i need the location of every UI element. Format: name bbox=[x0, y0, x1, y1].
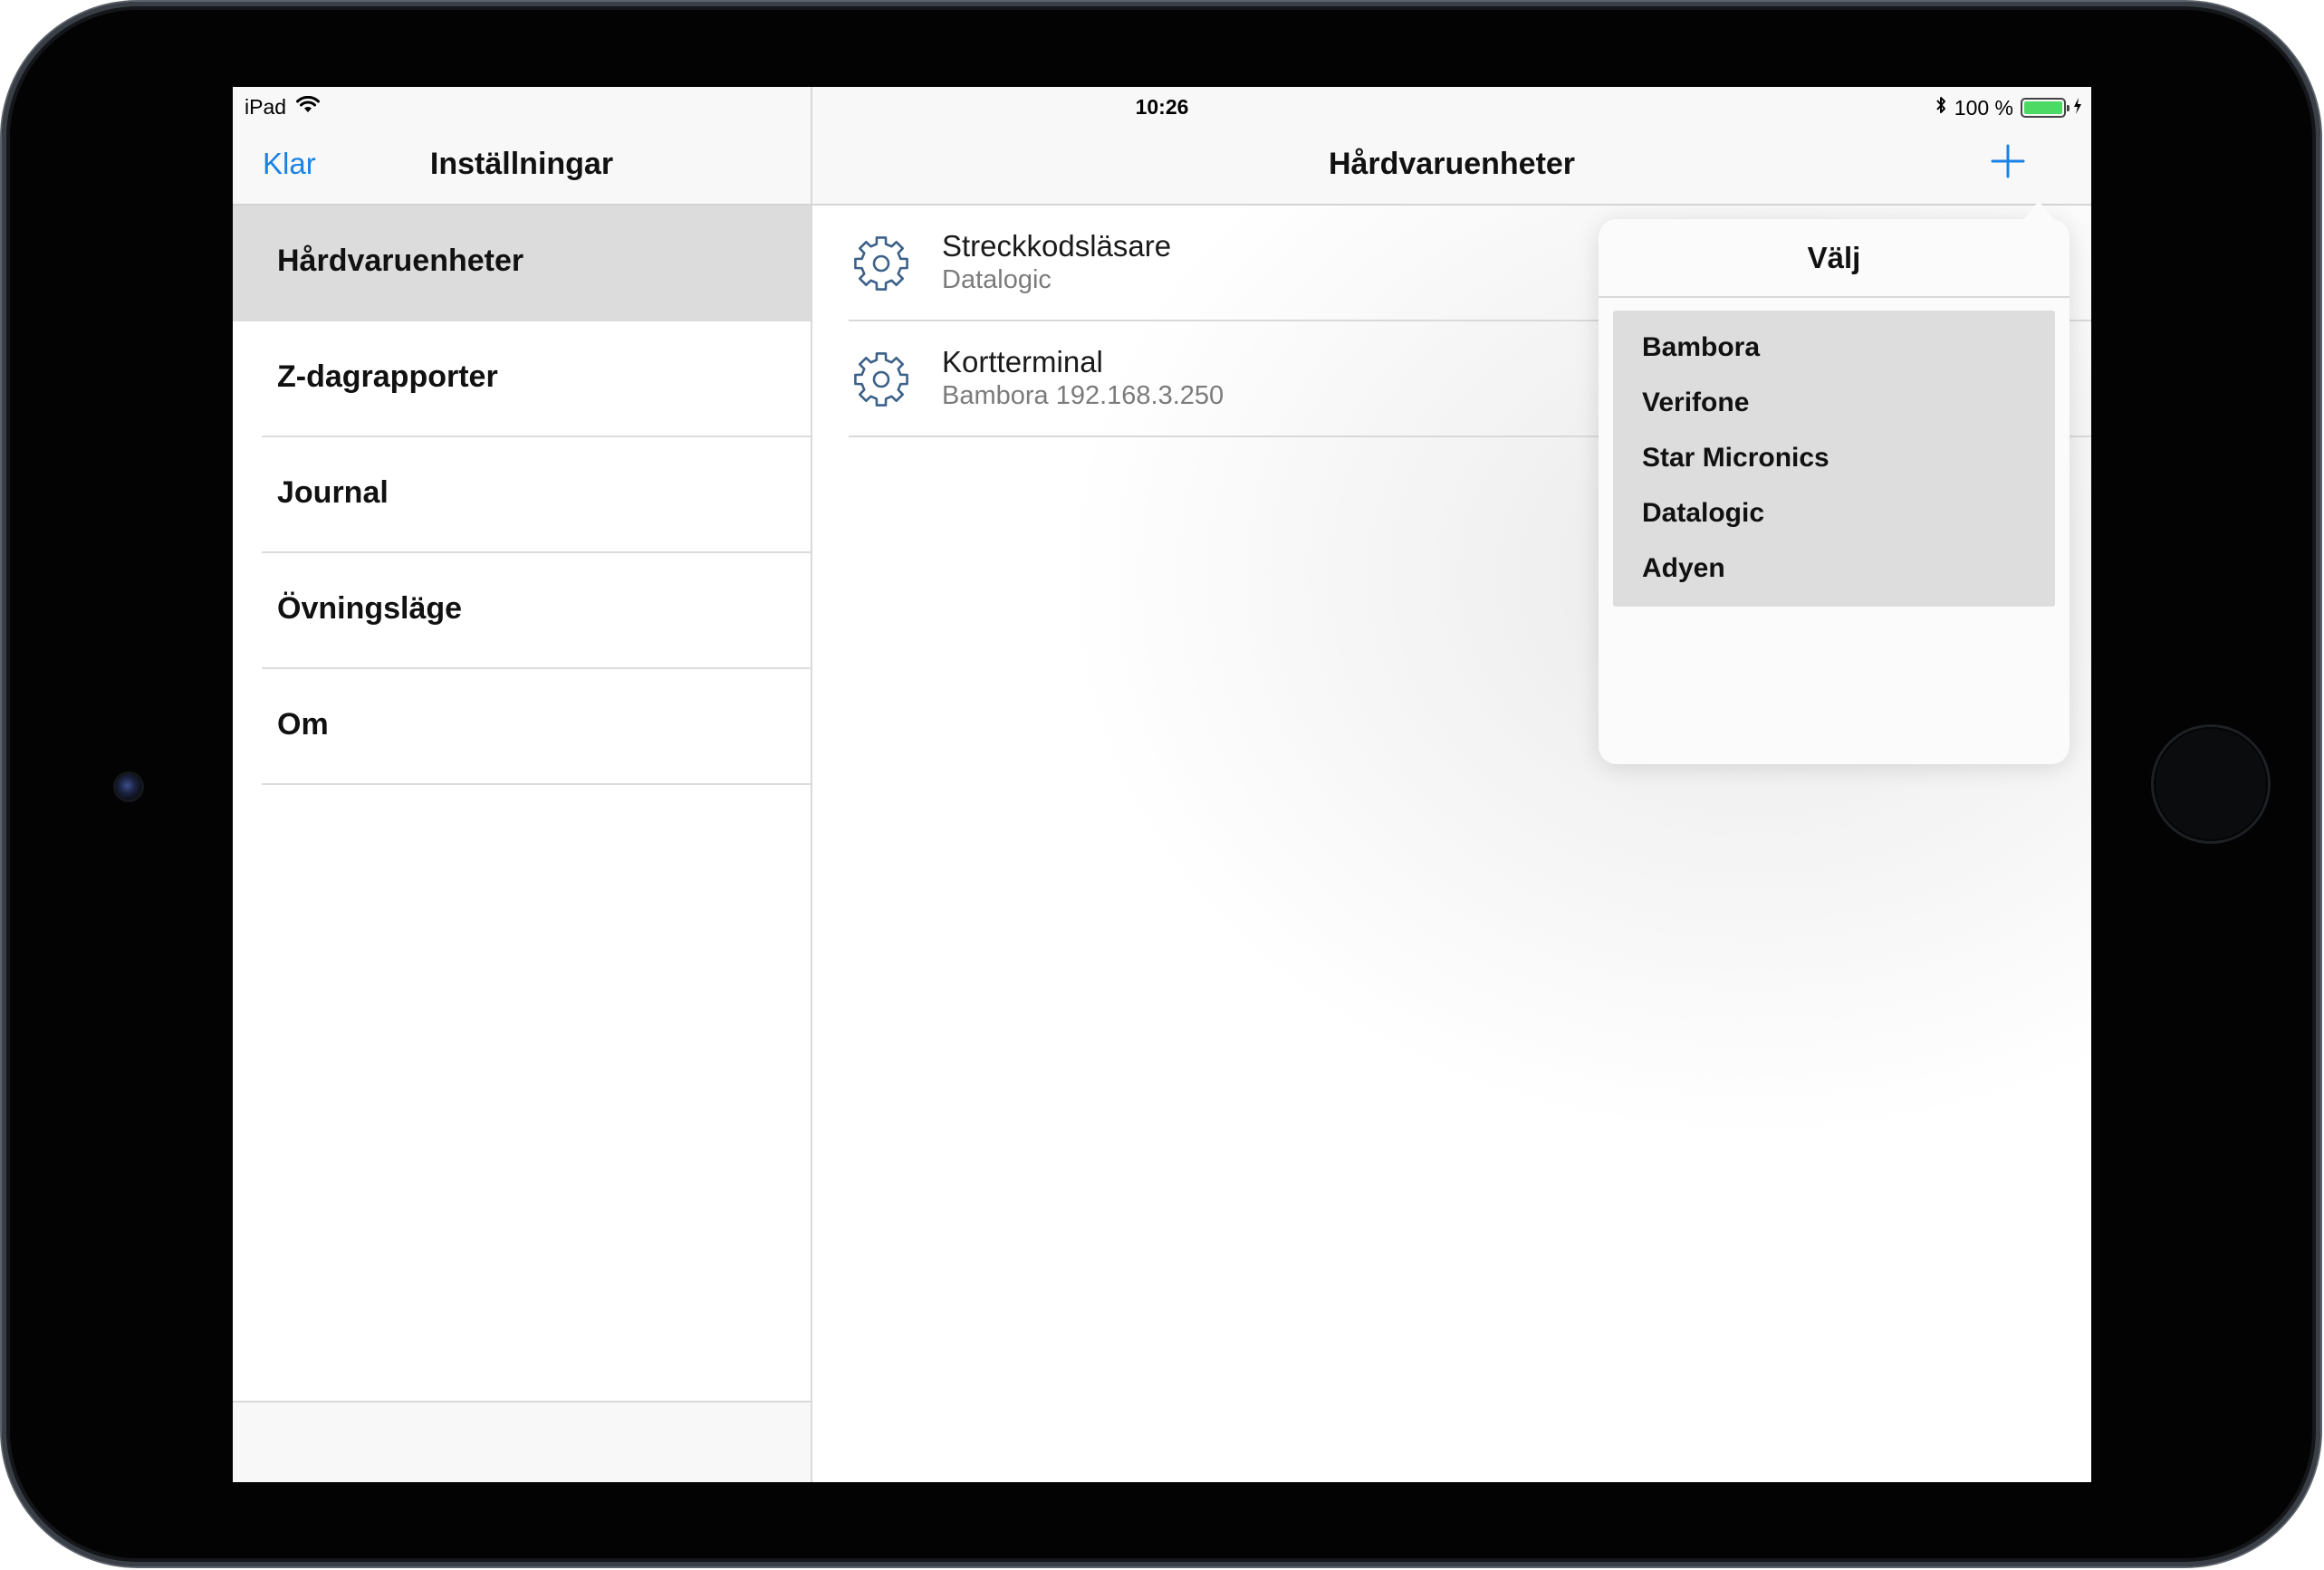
menu-item-label: Om bbox=[277, 707, 329, 742]
battery-level-fill bbox=[2024, 101, 2062, 114]
plus-icon bbox=[1991, 144, 2025, 178]
gear-icon bbox=[854, 352, 908, 407]
option-label: Bambora bbox=[1642, 332, 1761, 362]
popover-title: Välj bbox=[1807, 241, 1861, 274]
bluetooth-icon bbox=[1935, 95, 1947, 120]
status-time: 10:26 bbox=[1135, 95, 1189, 119]
menu-item-label: Hårdvaruenheter bbox=[277, 244, 524, 278]
device-detail: Datalogic bbox=[942, 265, 1052, 294]
master-title: Inställningar bbox=[429, 147, 614, 181]
divider bbox=[1599, 296, 2070, 298]
popover-arrow bbox=[2022, 201, 2055, 221]
menu-item-label: Övningsläge bbox=[277, 591, 463, 626]
device-detail: Bambora 192.168.3.250 bbox=[942, 381, 1224, 410]
menu-item-label: Journal bbox=[277, 475, 389, 510]
select-vendor-popover: Välj Bambora Verifone Star Micronics Dat… bbox=[1599, 219, 2070, 764]
menu-item-about[interactable]: Om bbox=[233, 669, 811, 785]
option-adyen[interactable]: Adyen bbox=[1613, 531, 2055, 607]
option-label: Adyen bbox=[1642, 553, 1725, 583]
gear-icon bbox=[854, 236, 908, 291]
front-camera bbox=[116, 774, 141, 799]
option-label: Star Micronics bbox=[1642, 443, 1829, 473]
charging-bolt-icon bbox=[2073, 96, 2082, 120]
menu-item-hardware[interactable]: Hårdvaruenheter bbox=[233, 206, 811, 321]
master-toolbar bbox=[233, 1401, 811, 1482]
menu-item-z-reports[interactable]: Z-dagrapporter bbox=[233, 321, 811, 437]
device-name: Kortterminal bbox=[942, 345, 1103, 378]
battery-percent: 100 % bbox=[1954, 95, 2013, 120]
ipad-screen: iPad 10:26 100 % Klar Inställningar Hård… bbox=[233, 87, 2091, 1482]
menu-item-practice-mode[interactable]: Övningsläge bbox=[233, 553, 811, 669]
detail-title: Hårdvaruenheter bbox=[1328, 147, 1576, 181]
add-device-button[interactable] bbox=[1990, 143, 2026, 179]
settings-menu: Hårdvaruenheter Z-dagrapporter Journal Ö… bbox=[233, 206, 811, 785]
option-label: Datalogic bbox=[1642, 498, 1765, 528]
battery-icon bbox=[2021, 98, 2070, 118]
menu-item-label: Z-dagrapporter bbox=[277, 359, 498, 394]
settings-master-panel: Klar Inställningar Hårdvaruenheter Z-dag… bbox=[233, 87, 812, 1482]
option-label: Verifone bbox=[1642, 388, 1750, 417]
home-button[interactable] bbox=[2154, 727, 2268, 841]
status-bar: iPad 10:26 100 % bbox=[233, 87, 2091, 123]
divider bbox=[262, 783, 811, 785]
menu-item-journal[interactable]: Journal bbox=[233, 437, 811, 553]
device-name: Streckkodsläsare bbox=[942, 229, 1172, 263]
